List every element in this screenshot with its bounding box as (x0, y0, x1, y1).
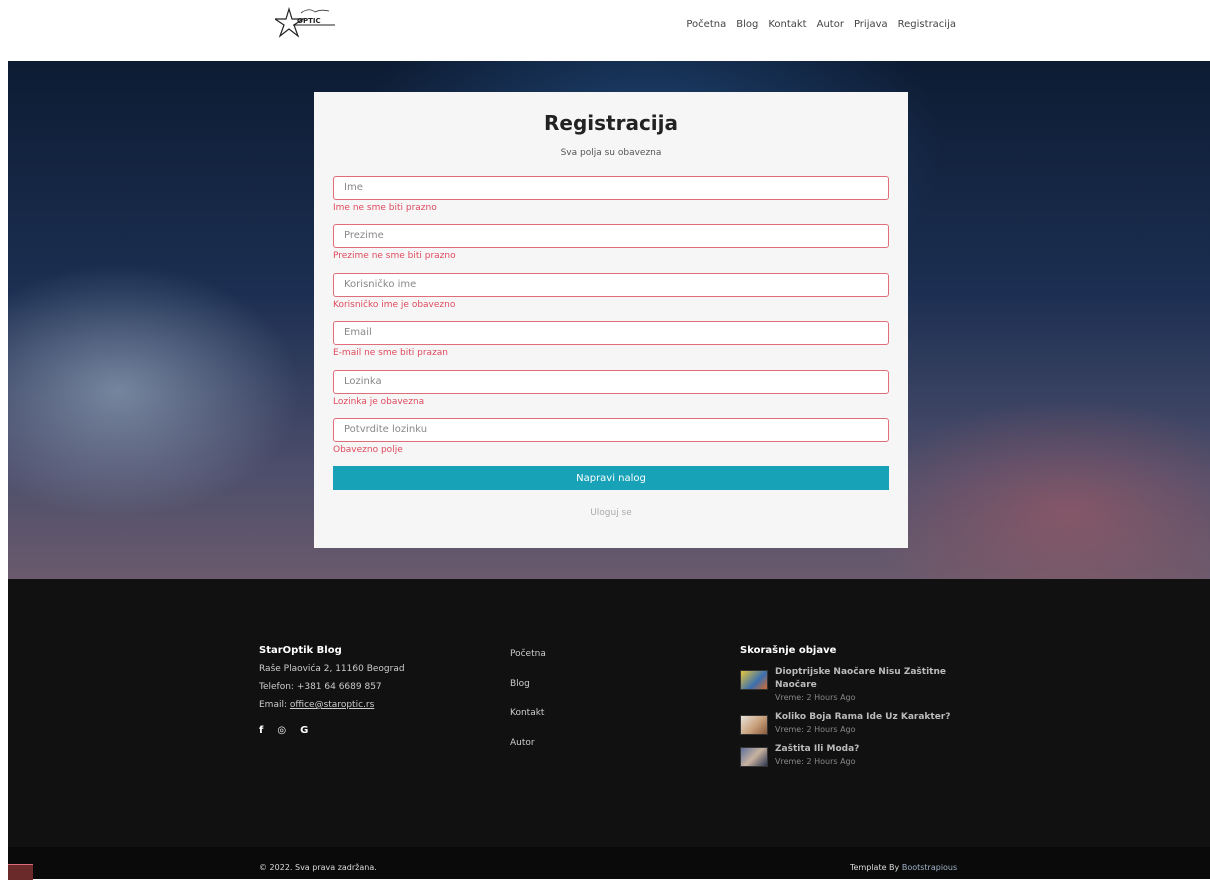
recent-posts-title: Skorašnje objave (740, 645, 837, 656)
recent-post-item[interactable]: Koliko Boja Rama Ide Uz Karakter? Vreme:… (740, 711, 970, 736)
first-name-error: Ime ne sme biti prazno (333, 202, 437, 213)
email-input[interactable] (333, 320, 889, 345)
registration-card: Registracija Sva polja su obavezna Ime n… (314, 92, 908, 548)
last-name-input[interactable] (333, 223, 889, 248)
footer-contact: StarOptik Blog Raše Plaovića 2, 11160 Be… (259, 642, 405, 740)
corner-badge (8, 864, 33, 880)
footer-email-label: Email: (259, 700, 288, 710)
username-error: Korisničko ime je obavezno (333, 299, 456, 310)
nav-autor[interactable]: Autor (817, 19, 844, 30)
hero-background: Registracija Sva polja su obavezna Ime n… (8, 61, 1210, 579)
post-thumbnail (740, 670, 768, 690)
template-credit: Template By Bootstrapious (850, 863, 957, 872)
post-time: Vreme: 2 Hours Ago (775, 757, 856, 766)
password-group: Lozinka je obavezna (333, 369, 889, 407)
social-links: f ◎ G (259, 722, 405, 740)
confirm-password-input[interactable] (333, 417, 889, 442)
post-thumbnail (740, 715, 768, 735)
username-group: Korisničko ime je obavezno (333, 272, 889, 310)
instagram-icon[interactable]: ◎ (277, 722, 286, 740)
email-group: E-mail ne sme biti prazan (333, 320, 889, 358)
post-time: Vreme: 2 Hours Ago (775, 693, 856, 702)
form-subtitle: Sva polja su obavezna (560, 148, 662, 158)
login-link[interactable]: Uloguj se (314, 508, 908, 518)
password-input[interactable] (333, 369, 889, 394)
nav-pocetna[interactable]: Početna (686, 19, 726, 30)
google-icon[interactable]: G (300, 722, 308, 740)
facebook-icon[interactable]: f (259, 722, 263, 740)
post-thumbnail (740, 747, 768, 767)
post-title: Dioptrijske Naočare Nisu Zaštitne Naočar… (775, 667, 946, 690)
logo-text: OPTIC (297, 17, 321, 25)
site-header: OPTIC Početna Blog Kontakt Autor Prijava… (0, 0, 1210, 61)
copyright-text: © 2022. Sva prava zadržana. (259, 863, 377, 872)
last-name-error: Prezime ne sme biti prazno (333, 250, 456, 261)
recent-posts: Skorašnje objave Dioptrijske Naočare Nis… (740, 645, 970, 775)
credit-link[interactable]: Bootstrapious (902, 863, 957, 872)
password-error: Lozinka je obavezna (333, 396, 425, 407)
footer-link-pocetna[interactable]: Početna (510, 649, 546, 679)
post-time: Vreme: 2 Hours Ago (775, 725, 856, 734)
main-nav: Početna Blog Kontakt Autor Prijava Regis… (676, 19, 956, 30)
staroptic-logo[interactable]: OPTIC (275, 7, 337, 43)
footer-link-blog[interactable]: Blog (510, 679, 546, 709)
footer-link-autor[interactable]: Autor (510, 738, 546, 768)
nav-prijava[interactable]: Prijava (854, 19, 888, 30)
nav-registracija[interactable]: Registracija (898, 19, 956, 30)
recent-post-item[interactable]: Dioptrijske Naočare Nisu Zaštitne Naočar… (740, 666, 970, 704)
email-error: E-mail ne sme biti prazan (333, 347, 449, 358)
credit-prefix: Template By (850, 863, 900, 872)
nav-blog[interactable]: Blog (736, 19, 758, 30)
last-name-group: Prezime ne sme biti prazno (333, 223, 889, 261)
confirm-password-group: Obavezno polje (333, 417, 889, 455)
confirm-password-error: Obavezno polje (333, 444, 403, 455)
recent-post-item[interactable]: Zaštita Ili Moda? Vreme: 2 Hours Ago (740, 743, 970, 768)
footer-email-row: Email: office@staroptic.rs (259, 696, 405, 714)
footer-link-kontakt[interactable]: Kontakt (510, 708, 546, 738)
site-footer: StarOptik Blog Raše Plaovića 2, 11160 Be… (8, 579, 1210, 847)
footer-brand: StarOptik Blog (259, 645, 342, 656)
first-name-group: Ime ne sme biti prazno (333, 175, 889, 213)
footer-bottom-bar: © 2022. Sva prava zadržana. Template By … (8, 847, 1210, 879)
create-account-button[interactable]: Napravi nalog (333, 466, 889, 490)
footer-links: Početna Blog Kontakt Autor (510, 649, 546, 767)
first-name-input[interactable] (333, 175, 889, 200)
nav-kontakt[interactable]: Kontakt (768, 19, 806, 30)
footer-address: Raše Plaovića 2, 11160 Beograd (259, 664, 405, 674)
form-title: Registracija (543, 111, 679, 135)
username-input[interactable] (333, 272, 889, 297)
post-title: Koliko Boja Rama Ide Uz Karakter? (775, 712, 951, 722)
footer-email-link[interactable]: office@staroptic.rs (290, 700, 374, 710)
footer-phone: Telefon: +381 64 6689 857 (259, 682, 382, 692)
post-title: Zaštita Ili Moda? (775, 744, 860, 754)
